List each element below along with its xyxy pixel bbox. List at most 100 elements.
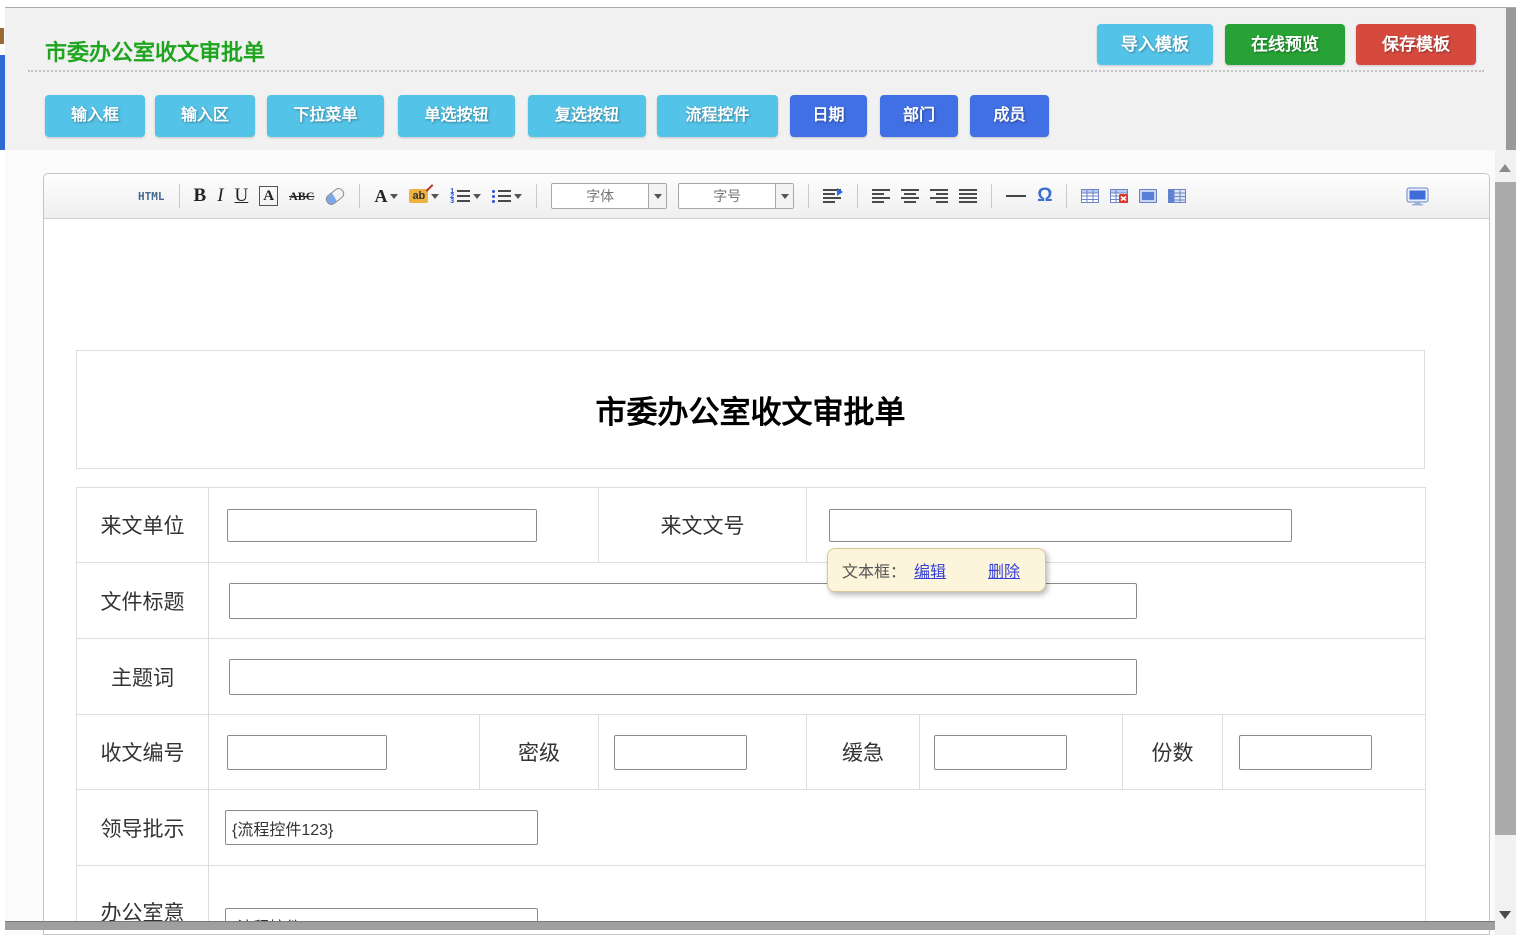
insert-table-button[interactable] <box>1081 189 1099 203</box>
indent-button[interactable] <box>823 189 843 203</box>
cell-doc-title <box>209 563 1426 639</box>
cell-keywords <box>209 639 1426 715</box>
table-row: 文件标题 <box>77 563 1426 639</box>
background-window-sliver-right <box>1506 8 1516 150</box>
table-row: 办公室意 <box>77 866 1426 923</box>
form-table: 来文单位 来文文号 文件标题 主题词 <box>76 487 1426 922</box>
align-justify-button[interactable] <box>959 189 977 203</box>
monitor-icon <box>1406 187 1429 206</box>
cell-properties-icon <box>1168 189 1186 203</box>
font-color-icon: A <box>374 186 387 207</box>
cell-leader-instructions <box>209 790 1426 866</box>
import-template-button[interactable]: 导入模板 <box>1097 24 1213 65</box>
widget-dropdown-button[interactable]: 下拉菜单 <box>267 95 384 137</box>
html-source-button[interactable]: HTML <box>138 190 165 203</box>
table-row: 领导批示 <box>77 790 1426 866</box>
cell-properties-button[interactable] <box>1168 189 1186 203</box>
label-urgency: 缓急 <box>807 715 920 790</box>
urgency-input[interactable] <box>934 735 1067 770</box>
keywords-input[interactable] <box>229 659 1137 695</box>
font-family-select[interactable]: 字体 <box>551 183 667 209</box>
align-left-icon <box>872 189 890 203</box>
chevron-down-icon <box>514 194 522 199</box>
cell-urgency <box>920 715 1123 790</box>
unordered-list-icon <box>492 190 511 203</box>
receipt-no-input[interactable] <box>227 735 387 770</box>
chevron-down-icon <box>473 194 481 199</box>
strikethrough-button[interactable]: ABC <box>289 189 314 204</box>
table-row: 来文单位 来文文号 <box>77 488 1426 563</box>
select-arrow-button[interactable] <box>775 184 793 208</box>
scrollbar-thumb[interactable] <box>1495 182 1516 835</box>
delete-table-button[interactable] <box>1110 189 1128 203</box>
scroll-down-arrow-icon[interactable] <box>1499 911 1511 919</box>
widget-input-area-button[interactable]: 输入区 <box>155 95 255 137</box>
label-doc-number: 来文文号 <box>599 488 807 563</box>
source-unit-input[interactable] <box>227 509 537 542</box>
form-title-box: 市委办公室收文审批单 <box>76 350 1425 469</box>
header-divider <box>28 70 1484 72</box>
toolbar-separator <box>1066 184 1067 208</box>
label-office-opinion: 办公室意 <box>77 866 209 923</box>
font-style-icon[interactable]: A <box>259 186 278 206</box>
toolbar-separator <box>857 184 858 208</box>
edit-link[interactable]: 编辑 <box>914 558 946 582</box>
select-arrow-button[interactable] <box>648 184 666 208</box>
screen: 市委办公室收文审批单 导入模板 在线预览 保存模板 输入框 输入区 下拉菜单 单… <box>0 0 1516 935</box>
sliver-blue-segment <box>0 55 5 150</box>
tooltip-label: 文本框： <box>842 558 906 582</box>
align-right-button[interactable] <box>930 189 948 203</box>
page-title: 市委办公室收文审批单 <box>45 35 265 67</box>
align-left-button[interactable] <box>872 189 890 203</box>
chevron-down-icon <box>390 194 398 199</box>
horizontal-rule-button[interactable] <box>1006 195 1026 197</box>
font-size-select[interactable]: 字号 <box>678 183 794 209</box>
widget-checkbox-button[interactable]: 复选按钮 <box>528 95 646 137</box>
widget-department-button[interactable]: 部门 <box>880 95 958 137</box>
copies-input[interactable] <box>1239 735 1372 770</box>
remove-format-button[interactable] <box>325 191 345 202</box>
highlight-color-button[interactable]: ab <box>409 189 439 203</box>
align-center-button[interactable] <box>901 189 919 203</box>
widget-member-button[interactable]: 成员 <box>970 95 1049 137</box>
doc-number-input[interactable] <box>829 509 1292 542</box>
form-title: 市委办公室收文审批单 <box>596 387 906 432</box>
table-row: 收文编号 密级 缓急 份数 <box>77 715 1426 790</box>
widget-radio-button[interactable]: 单选按钮 <box>398 95 515 137</box>
bold-button[interactable]: B <box>194 185 207 207</box>
special-char-button[interactable]: Ω <box>1037 186 1052 206</box>
editor-toolbar: HTML B I U A ABC A ab <box>44 174 1489 219</box>
widget-flow-control-button[interactable]: 流程控件 <box>657 95 778 137</box>
delete-link[interactable]: 删除 <box>988 558 1020 582</box>
eraser-icon <box>324 186 347 207</box>
vertical-scrollbar[interactable] <box>1495 150 1516 935</box>
security-level-input[interactable] <box>614 735 747 770</box>
font-color-button[interactable]: A <box>374 186 398 207</box>
window-top-edge <box>0 0 1516 8</box>
table-icon <box>1081 189 1099 203</box>
ordered-list-button[interactable] <box>450 190 481 203</box>
highlight-icon: ab <box>409 189 428 203</box>
table-properties-icon <box>1139 189 1157 203</box>
indent-icon <box>823 189 843 203</box>
table-properties-button[interactable] <box>1139 189 1157 203</box>
office-opinion-input[interactable] <box>225 908 538 922</box>
widget-input-box-button[interactable]: 输入框 <box>45 95 145 137</box>
table-row: 主题词 <box>77 639 1426 715</box>
editor-canvas[interactable]: 市委办公室收文审批单 来文单位 来文文号 <box>44 219 1489 922</box>
widget-date-button[interactable]: 日期 <box>790 95 867 137</box>
align-center-icon <box>901 189 919 203</box>
underline-button[interactable]: U <box>235 185 249 207</box>
leader-instructions-input[interactable] <box>225 810 538 845</box>
unordered-list-button[interactable] <box>492 190 522 203</box>
scroll-up-arrow-icon[interactable] <box>1499 164 1511 172</box>
cell-security-level <box>599 715 807 790</box>
cell-office-opinion <box>209 866 1426 923</box>
fullscreen-button[interactable] <box>1406 187 1429 206</box>
italic-button[interactable]: I <box>217 185 223 207</box>
save-template-button[interactable]: 保存模板 <box>1356 24 1476 65</box>
cell-source-unit <box>209 488 599 563</box>
ordered-list-icon <box>450 190 470 203</box>
chevron-down-icon <box>781 194 789 199</box>
online-preview-button[interactable]: 在线预览 <box>1225 24 1345 65</box>
